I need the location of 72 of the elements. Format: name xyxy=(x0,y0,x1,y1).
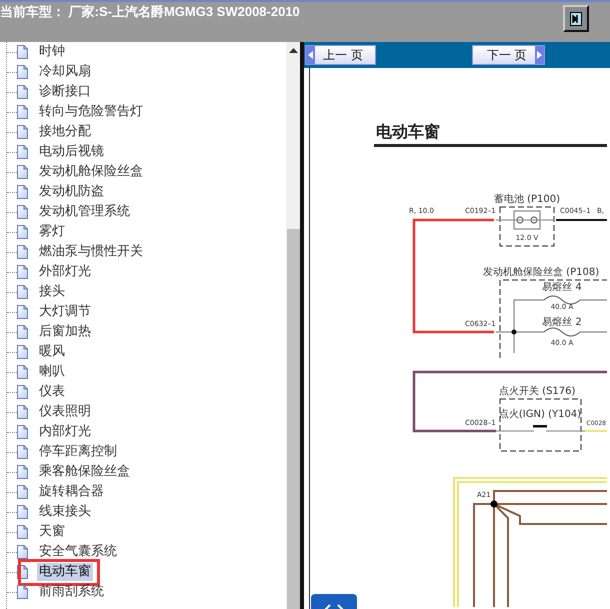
battery-drawing xyxy=(496,206,554,246)
tree-item[interactable]: 前雨刮系统 xyxy=(37,583,106,601)
diagram-label: 蓄电池 (P100) xyxy=(494,194,560,205)
document-icon xyxy=(17,505,28,519)
document-icon xyxy=(17,385,28,399)
document-icon xyxy=(17,485,28,499)
panel-toggle-button[interactable] xyxy=(563,5,589,32)
document-icon xyxy=(17,265,28,279)
document-icon xyxy=(17,425,28,439)
document-title: 电动车窗 xyxy=(376,122,440,141)
scrollbar[interactable] xyxy=(286,42,300,609)
tree-item[interactable]: 停车距离控制 xyxy=(37,443,119,461)
document-icon xyxy=(17,65,28,79)
diagram-label: 点火(IGN) (Y104) xyxy=(498,409,582,420)
document-icon xyxy=(17,585,28,599)
tree-item[interactable]: 接地分配 xyxy=(37,123,93,141)
document-icon xyxy=(17,185,28,199)
document-icon xyxy=(17,245,28,259)
document-icon xyxy=(17,285,28,299)
tree-item[interactable]: 电动后视镜 xyxy=(37,143,106,161)
tree-item[interactable]: 乘客舱保险丝盒 xyxy=(37,463,132,481)
tree-item[interactable]: 仪表 xyxy=(37,383,67,401)
tree-item[interactable]: 线束接头 xyxy=(37,503,93,521)
tree-item[interactable]: 安全气囊系统 xyxy=(37,543,119,561)
diagram-label: 易熔丝 2 xyxy=(542,317,582,328)
document-icon xyxy=(17,85,28,99)
document-icon xyxy=(17,305,28,319)
battery-output-wire xyxy=(556,219,607,221)
next-page-button[interactable]: 下一 页 xyxy=(472,45,545,65)
document-icon xyxy=(17,465,28,479)
tree-item[interactable]: 内部灯光 xyxy=(37,423,93,441)
tree-item[interactable]: 接头 xyxy=(37,283,67,301)
scrollbar-thumb[interactable] xyxy=(286,229,300,609)
document-icon xyxy=(17,45,28,59)
previous-page-button[interactable]: 上一 页 xyxy=(305,45,376,65)
document-icon xyxy=(17,365,28,379)
document-icon xyxy=(17,145,28,159)
tree-item[interactable]: 喇叭 xyxy=(37,363,67,381)
tree-item[interactable]: 冷却风扇 xyxy=(37,63,93,81)
tree-item[interactable]: 发动机防盗 xyxy=(37,183,106,201)
tree-item[interactable]: 旋转耦合器 xyxy=(37,483,106,501)
tree-item[interactable]: 后窗加热 xyxy=(37,323,93,341)
document-icon xyxy=(17,105,28,119)
tree-item[interactable]: 发动机舱保险丝盒 xyxy=(37,163,145,181)
tree-item[interactable]: 转向与危险警告灯 xyxy=(37,103,145,121)
document-icon xyxy=(17,205,28,219)
document-icon xyxy=(17,445,28,459)
tree-item[interactable]: 发动机管理系统 xyxy=(37,203,132,221)
tree-item[interactable]: 雾灯 xyxy=(37,223,67,241)
tree-item[interactable]: 诊断接口 xyxy=(37,83,93,101)
document-icon xyxy=(17,545,28,559)
vehicle-title: 当前车型： 厂家:S-上汽名爵MGMG3 SW2008-2010 xyxy=(0,3,300,21)
document-icon xyxy=(17,325,28,339)
diagram-label: 易熔丝 4 xyxy=(542,282,582,293)
diagram-label: 发动机舱保险丝盒 (P108) xyxy=(483,267,600,278)
tree-item[interactable]: 外部灯光 xyxy=(37,263,93,281)
document-icon xyxy=(17,165,28,179)
document-icon xyxy=(17,405,28,419)
diagram-label: 点火开关 (S176) xyxy=(499,386,576,397)
document-icon xyxy=(17,345,28,359)
tree-item[interactable]: 暖风 xyxy=(37,343,67,361)
tree-item[interactable]: 大灯调节 xyxy=(37,303,93,321)
tree-item[interactable]: 电动车窗 xyxy=(37,563,93,581)
document-icon xyxy=(17,125,28,139)
tree-item[interactable]: 天窗 xyxy=(37,523,67,541)
scroll-up-icon[interactable] xyxy=(288,48,298,54)
page-nav-button[interactable] xyxy=(311,594,357,609)
tree-item[interactable]: 时钟 xyxy=(37,43,67,61)
document-icon xyxy=(17,525,28,539)
tree-item[interactable]: 仪表照明 xyxy=(37,403,93,421)
document-icon xyxy=(17,225,28,239)
tree-item[interactable]: 燃油泵与惯性开关 xyxy=(37,243,145,261)
